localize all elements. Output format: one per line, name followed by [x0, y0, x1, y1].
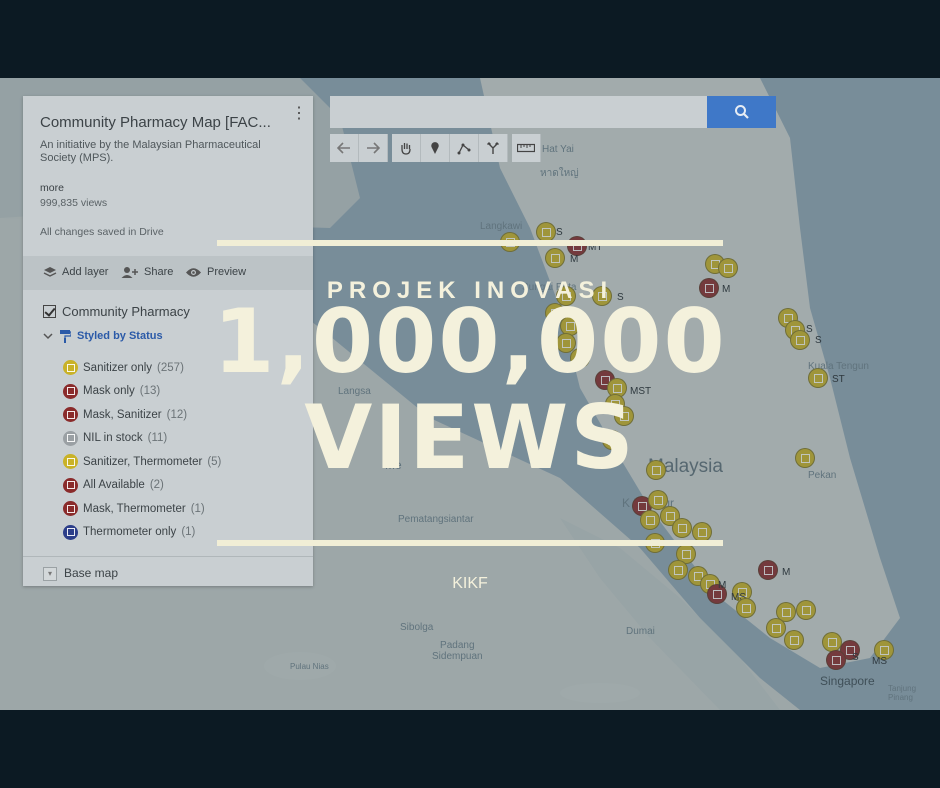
view-count: 999,835 views	[40, 197, 108, 209]
ruler-icon	[517, 143, 535, 153]
overlay-credit: KIKF	[452, 575, 488, 592]
undo-button[interactable]	[330, 134, 359, 162]
draw-line-tool[interactable]	[450, 134, 479, 162]
overlay-headline-word: VIEWS	[304, 386, 636, 489]
legend-label: Thermometer only	[83, 526, 177, 539]
redo-button[interactable]	[359, 134, 388, 162]
line-icon	[457, 143, 471, 155]
hand-icon	[401, 143, 411, 155]
directions-tool[interactable]	[479, 134, 508, 162]
more-link[interactable]: more	[40, 182, 64, 194]
add-marker-tool[interactable]	[421, 134, 450, 162]
pan-tool[interactable]	[392, 134, 421, 162]
map-description: An initiative by the Malaysian Pharmaceu…	[40, 139, 261, 164]
map-stage[interactable]: Hat Yai หาดใหญ่ Langkawi Sungai Peta Kua…	[0, 78, 940, 710]
undo-icon	[337, 142, 350, 154]
map-title[interactable]: Community Pharmacy Map [FAC...	[40, 114, 271, 131]
more-vert-icon[interactable]: ⋮	[291, 106, 307, 122]
marker-icon	[431, 142, 439, 154]
search-button[interactable]	[707, 96, 776, 128]
search-icon	[734, 105, 749, 119]
overlay-divider-bottom	[217, 540, 723, 546]
redo-icon	[367, 142, 380, 154]
top-band	[0, 0, 940, 78]
overlay-headline-number: 1,000,000	[213, 290, 727, 393]
eye-icon	[186, 267, 201, 277]
legend-count: (1)	[190, 502, 205, 515]
legend-item[interactable]: Mask, Thermometer (1)	[63, 497, 221, 521]
bottom-band	[0, 710, 940, 788]
mask-thermometer-marker-icon	[63, 501, 78, 517]
directions-icon	[487, 142, 499, 154]
measure-tool[interactable]	[512, 134, 541, 162]
search-input[interactable]	[330, 96, 708, 128]
legend-label: Mask, Thermometer	[83, 502, 186, 515]
legend-count: (1)	[181, 526, 196, 539]
overlay-divider-top	[217, 240, 723, 246]
save-status: All changes saved in Drive	[40, 226, 164, 238]
legend-item[interactable]: Thermometer only (1)	[63, 521, 221, 545]
map-toolbar	[330, 134, 541, 162]
thermometer-marker-icon	[63, 524, 78, 540]
